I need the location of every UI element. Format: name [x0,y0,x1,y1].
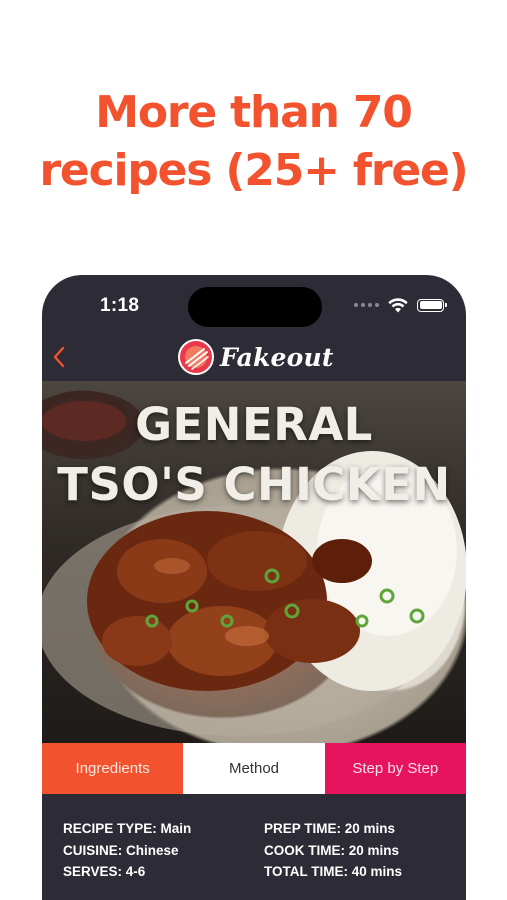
promo-headline: More than 70 recipes (25+ free) [0,84,507,200]
recipe-info-left: RECIPE TYPE: Main CUISINE: Chinese SERVE… [63,818,191,883]
fakeout-logo-icon [178,339,214,375]
brand-logo: Fakeout [178,339,334,375]
signal-dots-icon [354,303,379,307]
recipe-cuisine: CUISINE: Chinese [63,842,179,858]
recipe-info-right: PREP TIME: 20 mins COOK TIME: 20 mins TO… [264,818,402,883]
app-header: Fakeout [42,333,466,381]
cook-time: COOK TIME: 20 mins [264,842,400,858]
phone-screen: 1:18 Fakeout GENERAL TSO'S CHICKEN Ingre… [42,275,466,900]
battery-icon [417,298,447,312]
recipe-title-line-1: GENERAL [135,398,373,451]
tab-step-by-step[interactable]: Step by Step [324,743,466,794]
status-time: 1:18 [100,295,140,316]
status-icons [354,297,447,313]
promo-headline-line-2: recipes (25+ free) [39,145,468,196]
tab-ingredients[interactable]: Ingredients [42,743,184,794]
chevron-left-icon[interactable] [51,345,67,369]
prep-time: PREP TIME: 20 mins [264,821,396,836]
recipe-hero-image: GENERAL TSO'S CHICKEN [42,381,466,743]
brand-name: Fakeout [220,342,334,372]
recipe-type: RECIPE TYPE: Main [63,821,192,836]
recipe-serves: SERVES: 4-6 [63,864,146,879]
recipe-title-line-2: TSO'S CHICKEN [57,458,451,511]
total-time: TOTAL TIME: 40 mins [264,864,403,879]
wifi-icon [388,297,408,312]
recipe-title: GENERAL TSO'S CHICKEN [42,395,466,515]
tab-method[interactable]: Method [183,743,325,794]
promo-headline-line-1: More than 70 [95,87,413,138]
recipe-tabs: Ingredients Method Step by Step [42,743,466,794]
dynamic-island [188,287,322,327]
